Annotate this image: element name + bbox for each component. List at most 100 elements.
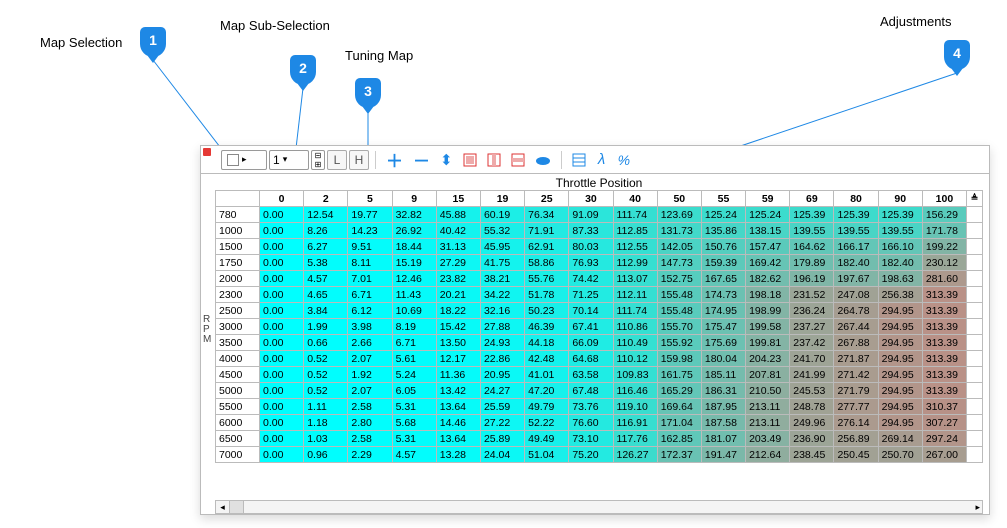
map-cell[interactable]: 135.86 bbox=[701, 223, 745, 239]
map-cell[interactable]: 313.39 bbox=[922, 319, 966, 335]
map-cell[interactable]: 125.24 bbox=[701, 207, 745, 223]
col-header[interactable]: 15 bbox=[436, 191, 480, 207]
map-cell[interactable]: 5.24 bbox=[392, 367, 436, 383]
col-header-end-icon[interactable]: ≜ bbox=[967, 191, 983, 207]
map-cell[interactable]: 182.40 bbox=[834, 255, 878, 271]
map-cell[interactable]: 3.84 bbox=[304, 303, 348, 319]
map-cell[interactable]: 66.09 bbox=[569, 335, 613, 351]
map-cell[interactable]: 123.69 bbox=[657, 207, 701, 223]
map-cell[interactable]: 67.48 bbox=[569, 383, 613, 399]
map-cell[interactable]: 51.04 bbox=[525, 447, 569, 463]
map-cell[interactable]: 109.83 bbox=[613, 367, 657, 383]
increment-button[interactable]: ＋ bbox=[382, 150, 407, 170]
stepper-down-icon[interactable]: ⊞ bbox=[312, 160, 324, 169]
map-cell[interactable]: 6.71 bbox=[392, 335, 436, 351]
map-cell[interactable]: 31.13 bbox=[436, 239, 480, 255]
map-cell[interactable]: 199.22 bbox=[922, 239, 966, 255]
horizontal-scrollbar[interactable]: ◂ ▸ bbox=[215, 500, 983, 514]
row-header[interactable]: 4500 bbox=[216, 367, 260, 383]
map-cell[interactable]: 0.52 bbox=[304, 351, 348, 367]
map-cell[interactable]: 131.73 bbox=[657, 223, 701, 239]
map-cell[interactable]: 50.23 bbox=[525, 303, 569, 319]
map-cell[interactable]: 0.52 bbox=[304, 383, 348, 399]
map-cell[interactable]: 236.90 bbox=[790, 431, 834, 447]
map-cell[interactable]: 185.11 bbox=[701, 367, 745, 383]
map-cell[interactable]: 13.64 bbox=[436, 399, 480, 415]
map-cell[interactable]: 166.10 bbox=[878, 239, 922, 255]
map-cell[interactable]: 250.45 bbox=[834, 447, 878, 463]
map-cell[interactable]: 6.27 bbox=[304, 239, 348, 255]
map-cell[interactable]: 70.14 bbox=[569, 303, 613, 319]
map-cell[interactable]: 2.29 bbox=[348, 447, 392, 463]
map-cell[interactable]: 313.39 bbox=[922, 367, 966, 383]
row-button[interactable] bbox=[507, 150, 529, 170]
row-header[interactable]: 2300 bbox=[216, 287, 260, 303]
toggle-H-button[interactable]: H bbox=[349, 150, 369, 170]
scroll-right-icon[interactable]: ▸ bbox=[975, 502, 980, 513]
map-cell[interactable]: 294.95 bbox=[878, 399, 922, 415]
table-button[interactable] bbox=[568, 150, 590, 170]
row-header[interactable]: 5500 bbox=[216, 399, 260, 415]
col-header[interactable]: 50 bbox=[657, 191, 701, 207]
map-cell[interactable]: 45.95 bbox=[480, 239, 524, 255]
map-cell[interactable]: 25.59 bbox=[480, 399, 524, 415]
map-cell[interactable]: 110.86 bbox=[613, 319, 657, 335]
row-header[interactable]: 6500 bbox=[216, 431, 260, 447]
map-cell[interactable]: 60.19 bbox=[480, 207, 524, 223]
map-cell[interactable]: 182.40 bbox=[878, 255, 922, 271]
map-cell[interactable]: 139.55 bbox=[878, 223, 922, 239]
map-cell[interactable]: 49.49 bbox=[525, 431, 569, 447]
map-cell[interactable]: 236.24 bbox=[790, 303, 834, 319]
map-cell[interactable]: 1.11 bbox=[304, 399, 348, 415]
map-cell[interactable]: 10.69 bbox=[392, 303, 436, 319]
map-cell[interactable]: 294.95 bbox=[878, 383, 922, 399]
row-header[interactable]: 4000 bbox=[216, 351, 260, 367]
map-cell[interactable]: 238.45 bbox=[790, 447, 834, 463]
map-cell[interactable]: 249.96 bbox=[790, 415, 834, 431]
map-cell[interactable]: 150.76 bbox=[701, 239, 745, 255]
map-cell[interactable]: 313.39 bbox=[922, 287, 966, 303]
map-cell[interactable]: 112.11 bbox=[613, 287, 657, 303]
map-cell[interactable]: 9.51 bbox=[348, 239, 392, 255]
map-cell[interactable]: 7.01 bbox=[348, 271, 392, 287]
map-cell[interactable]: 174.95 bbox=[701, 303, 745, 319]
map-cell[interactable]: 74.42 bbox=[569, 271, 613, 287]
map-cell[interactable]: 180.04 bbox=[701, 351, 745, 367]
map-cell[interactable]: 73.76 bbox=[569, 399, 613, 415]
map-cell[interactable]: 155.92 bbox=[657, 335, 701, 351]
map-cell[interactable]: 0.66 bbox=[304, 335, 348, 351]
map-cell[interactable]: 310.37 bbox=[922, 399, 966, 415]
map-cell[interactable]: 24.27 bbox=[480, 383, 524, 399]
map-cell[interactable]: 27.29 bbox=[436, 255, 480, 271]
col-header[interactable]: 59 bbox=[746, 191, 790, 207]
map-cell[interactable]: 125.39 bbox=[878, 207, 922, 223]
map-cell[interactable]: 267.88 bbox=[834, 335, 878, 351]
map-cell[interactable]: 139.55 bbox=[790, 223, 834, 239]
map-cell[interactable]: 256.89 bbox=[834, 431, 878, 447]
map-cell[interactable]: 169.64 bbox=[657, 399, 701, 415]
row-header[interactable]: 7000 bbox=[216, 447, 260, 463]
map-cell[interactable]: 111.74 bbox=[613, 207, 657, 223]
map-cell[interactable]: 161.75 bbox=[657, 367, 701, 383]
col-header[interactable]: 19 bbox=[480, 191, 524, 207]
map-cell[interactable]: 12.46 bbox=[392, 271, 436, 287]
map-cell[interactable]: 271.42 bbox=[834, 367, 878, 383]
map-cell[interactable]: 213.11 bbox=[746, 399, 790, 415]
map-cell[interactable]: 41.75 bbox=[480, 255, 524, 271]
map-cell[interactable]: 175.69 bbox=[701, 335, 745, 351]
map-cell[interactable]: 142.05 bbox=[657, 239, 701, 255]
map-cell[interactable]: 241.70 bbox=[790, 351, 834, 367]
map-cell[interactable]: 20.95 bbox=[480, 367, 524, 383]
map-cell[interactable]: 1.03 bbox=[304, 431, 348, 447]
map-cell[interactable]: 294.95 bbox=[878, 335, 922, 351]
map-cell[interactable]: 147.73 bbox=[657, 255, 701, 271]
map-cell[interactable]: 1.92 bbox=[348, 367, 392, 383]
map-cell[interactable]: 71.91 bbox=[525, 223, 569, 239]
stepper-up-icon[interactable]: ⊟ bbox=[312, 151, 324, 160]
map-cell[interactable]: 237.27 bbox=[790, 319, 834, 335]
map-cell[interactable]: 313.39 bbox=[922, 335, 966, 351]
map-cell[interactable]: 125.24 bbox=[746, 207, 790, 223]
map-cell[interactable]: 0.00 bbox=[260, 399, 304, 415]
map-cell[interactable]: 51.78 bbox=[525, 287, 569, 303]
map-cell[interactable]: 313.39 bbox=[922, 383, 966, 399]
